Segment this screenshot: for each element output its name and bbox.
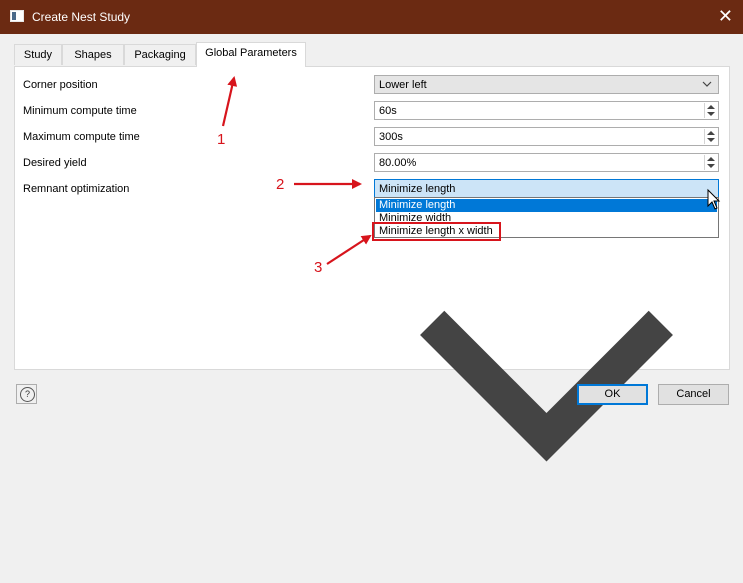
option-minimize-length[interactable]: Minimize length [376,199,717,212]
min-compute-time-value: 60s [379,105,397,117]
annotation-label-2: 2 [276,176,285,193]
desired-yield-field[interactable]: 80.00% [374,153,719,172]
corner-position-select[interactable]: Lower left [374,75,719,94]
cancel-button[interactable]: Cancel [658,384,729,405]
spin-up-icon[interactable] [707,131,715,135]
title-bar: Create Nest Study ✕ [0,0,743,34]
remnant-optimization-value: Minimize length [379,183,456,195]
max-compute-time-value: 300s [379,131,403,143]
remnant-optimization-select[interactable]: Minimize length [374,179,719,462]
annotation-label-1: 1 [217,131,226,148]
spin-down-icon[interactable] [707,112,715,116]
help-icon: ? [20,387,35,402]
help-button[interactable]: ? [16,384,37,404]
tab-packaging[interactable]: Packaging [124,44,196,65]
corner-position-label: Corner position [23,79,98,91]
desired-yield-label: Desired yield [23,157,87,169]
max-compute-time-field[interactable]: 300s [374,127,719,146]
close-icon[interactable]: ✕ [718,6,733,26]
app-window-icon [10,10,24,22]
desired-yield-stepper[interactable] [704,155,716,170]
ok-button[interactable]: OK [577,384,648,405]
spin-down-icon[interactable] [707,138,715,142]
spin-up-icon[interactable] [707,157,715,161]
tab-study[interactable]: Study [14,44,62,65]
tab-shapes[interactable]: Shapes [62,44,124,65]
min-compute-time-stepper[interactable] [704,103,716,118]
annotation-highlight-box [372,222,501,241]
min-compute-time-field[interactable]: 60s [374,101,719,120]
desired-yield-value: 80.00% [379,157,417,169]
spin-up-icon[interactable] [707,105,715,109]
spin-down-icon[interactable] [707,164,715,168]
chevron-down-icon [702,81,712,87]
window-title: Create Nest Study [32,10,131,24]
tab-global-parameters[interactable]: Global Parameters [196,42,306,67]
corner-position-value: Lower left [379,79,427,91]
annotation-label-3: 3 [314,259,323,276]
max-compute-time-label: Maximum compute time [23,131,140,143]
remnant-optimization-label: Remnant optimization [23,183,130,195]
min-compute-time-label: Minimum compute time [23,105,137,117]
max-compute-time-stepper[interactable] [704,129,716,144]
